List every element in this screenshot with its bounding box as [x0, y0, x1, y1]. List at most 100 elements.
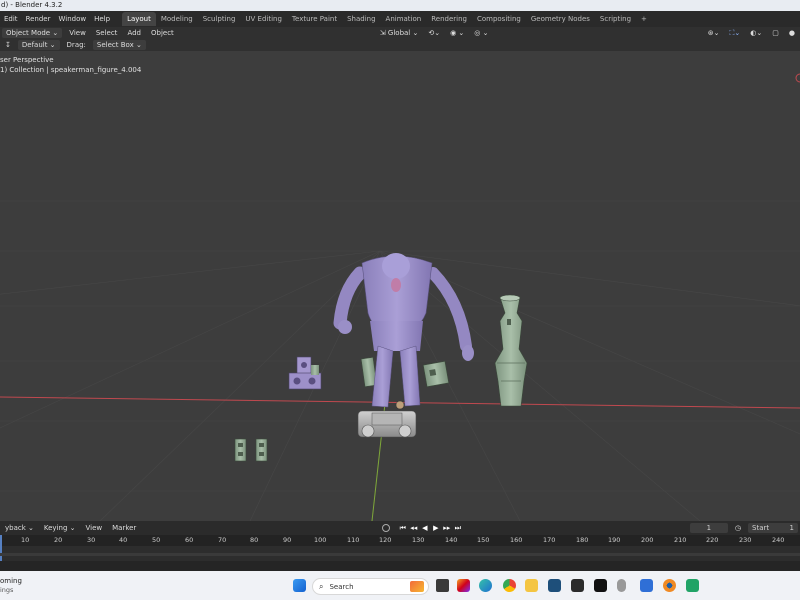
store-icon[interactable] [548, 579, 561, 592]
tick-label: 120 [379, 536, 392, 544]
navigation-gizmo-edge [795, 73, 800, 83]
clock-icon[interactable]: ◷ [730, 524, 746, 532]
tab-geometry-nodes[interactable]: Geometry Nodes [526, 12, 595, 26]
blender-icon[interactable] [663, 579, 676, 592]
menu-playback[interactable]: yback ⌄ [0, 524, 39, 532]
menu-render[interactable]: Render [22, 11, 55, 27]
timeline-scrollbar[interactable] [0, 553, 800, 556]
tab-uv-editing[interactable]: UV Editing [240, 12, 287, 26]
tick-label: 220 [706, 536, 719, 544]
axis-icon: ⇲ [379, 29, 386, 37]
playhead[interactable] [0, 535, 2, 546]
tab-shading[interactable]: Shading [342, 12, 380, 26]
tool-settings: ↧ Default ⌄ Drag: Select Box ⌄ [0, 39, 800, 51]
pivot-icon[interactable]: ⟲⌄ [423, 29, 445, 37]
play-icon[interactable]: ▶ [431, 524, 440, 533]
current-frame-field[interactable]: 1 [689, 523, 728, 533]
playback-label: yback [5, 524, 26, 532]
start-frame-field[interactable]: Start 1 [748, 523, 798, 533]
status-bar [0, 561, 800, 571]
tick-label: 100 [314, 536, 327, 544]
gizmo-icon[interactable]: ⛶⌄ [725, 29, 746, 38]
floor-grid [0, 200, 800, 521]
taskbar-search[interactable]: ⌕ Search [312, 578, 429, 595]
keying-label: Keying [43, 524, 68, 532]
orientation-default-dropdown[interactable]: Default ⌄ [17, 40, 60, 50]
next-keyframe-icon[interactable]: ▸▸ [442, 524, 451, 533]
drag-value: Select Box [96, 41, 134, 49]
scene-canvas [0, 73, 800, 521]
snap-icon[interactable]: ◉ ⌄ [445, 29, 469, 37]
start-icon[interactable] [293, 579, 306, 592]
mode-dropdown[interactable]: Object Mode ⌄ [2, 28, 63, 38]
timeline-header: yback ⌄ Keying ⌄ View Marker ⏮ ◂◂ ◀ ▶ ▸▸… [0, 521, 800, 535]
search-icon: ⌕ [319, 581, 324, 591]
mouse-app-icon[interactable] [617, 579, 626, 592]
tick-label: 180 [576, 536, 589, 544]
copilot-icon[interactable] [457, 579, 470, 592]
tab-sculpting[interactable]: Sculpting [198, 12, 241, 26]
shading-solid-icon[interactable]: ● [784, 29, 800, 37]
menu-edit[interactable]: Edit [0, 11, 22, 27]
tab-texture-paint[interactable]: Texture Paint [287, 12, 342, 26]
tick-label: 140 [445, 536, 458, 544]
proportional-edit-icon[interactable]: ◎ ⌄ [469, 29, 493, 37]
menu-add[interactable]: Add [122, 29, 146, 37]
menu-window[interactable]: Window [54, 11, 90, 27]
capcut-icon[interactable] [594, 579, 607, 592]
add-workspace-button[interactable]: + [636, 12, 652, 26]
drag-dropdown[interactable]: Select Box ⌄ [92, 40, 146, 50]
tick-label: 160 [510, 536, 523, 544]
transform-orientation-icon: ↧ [5, 41, 11, 49]
3d-viewport[interactable]: ser Perspective 1) Collection | speakerm… [0, 51, 800, 521]
timeline-body[interactable] [0, 546, 800, 561]
file-explorer-icon[interactable] [525, 579, 538, 592]
collection-info: 1) Collection | speakerman_figure_4.004 [0, 66, 142, 74]
tick-label: 170 [543, 536, 556, 544]
menu-keying[interactable]: Keying ⌄ [39, 524, 81, 532]
menu-timeline-view[interactable]: View [80, 524, 107, 532]
tab-animation[interactable]: Animation [381, 12, 427, 26]
edge-icon[interactable] [479, 579, 492, 592]
speakerman-figure [333, 253, 474, 408]
tab-scripting[interactable]: Scripting [595, 12, 636, 26]
chat-app-icon[interactable] [640, 579, 653, 592]
jump-start-icon[interactable]: ⏮ [398, 524, 407, 533]
orientation-default-label: Default [21, 41, 48, 49]
app-icon-dark[interactable] [571, 579, 584, 592]
taskview-icon[interactable] [436, 579, 449, 592]
workspace-tabs: Layout Modeling Sculpting UV Editing Tex… [122, 11, 652, 27]
tick-label: 10 [21, 536, 30, 544]
play-reverse-icon[interactable]: ◀ [420, 524, 429, 533]
search-placeholder: Search [329, 582, 354, 591]
menu-object[interactable]: Object [146, 29, 179, 37]
timeline-ruler[interactable]: 10 20 30 40 50 60 70 80 90 100 110 120 1… [0, 535, 800, 546]
drag-label: Drag: [66, 41, 86, 49]
prev-keyframe-icon[interactable]: ◂◂ [409, 524, 418, 533]
menu-marker[interactable]: Marker [107, 524, 141, 532]
tab-compositing[interactable]: Compositing [472, 12, 526, 26]
record-icon[interactable] [382, 524, 391, 532]
tick-label: 110 [347, 536, 360, 544]
start-label: Start [752, 524, 770, 532]
tick-label: 70 [218, 536, 227, 544]
chrome-icon[interactable] [503, 579, 516, 592]
xray-icon[interactable]: ▢ [767, 29, 784, 37]
overlay-icon[interactable]: ◐⌄ [745, 29, 767, 37]
menu-select[interactable]: Select [91, 29, 123, 37]
green-app-icon[interactable] [686, 579, 699, 592]
small-speakers-left [234, 438, 268, 462]
menu-help[interactable]: Help [90, 11, 114, 27]
transform-orientation-dropdown[interactable]: ⇲ Global ⌄ [375, 29, 424, 37]
menu-view[interactable]: View [64, 29, 91, 37]
jump-end-icon[interactable]: ⏭ [453, 524, 462, 533]
view-name: ser Perspective [0, 56, 54, 64]
visibility-icon[interactable]: ⊛⌄ [703, 29, 725, 37]
tab-layout[interactable]: Layout [122, 12, 156, 26]
tab-rendering[interactable]: Rendering [426, 12, 472, 26]
tick-label: 30 [87, 536, 96, 544]
purple-speaker-cluster [288, 356, 322, 390]
tick-label: 40 [119, 536, 128, 544]
notification-title[interactable]: oming [0, 577, 22, 585]
tab-modeling[interactable]: Modeling [156, 12, 198, 26]
